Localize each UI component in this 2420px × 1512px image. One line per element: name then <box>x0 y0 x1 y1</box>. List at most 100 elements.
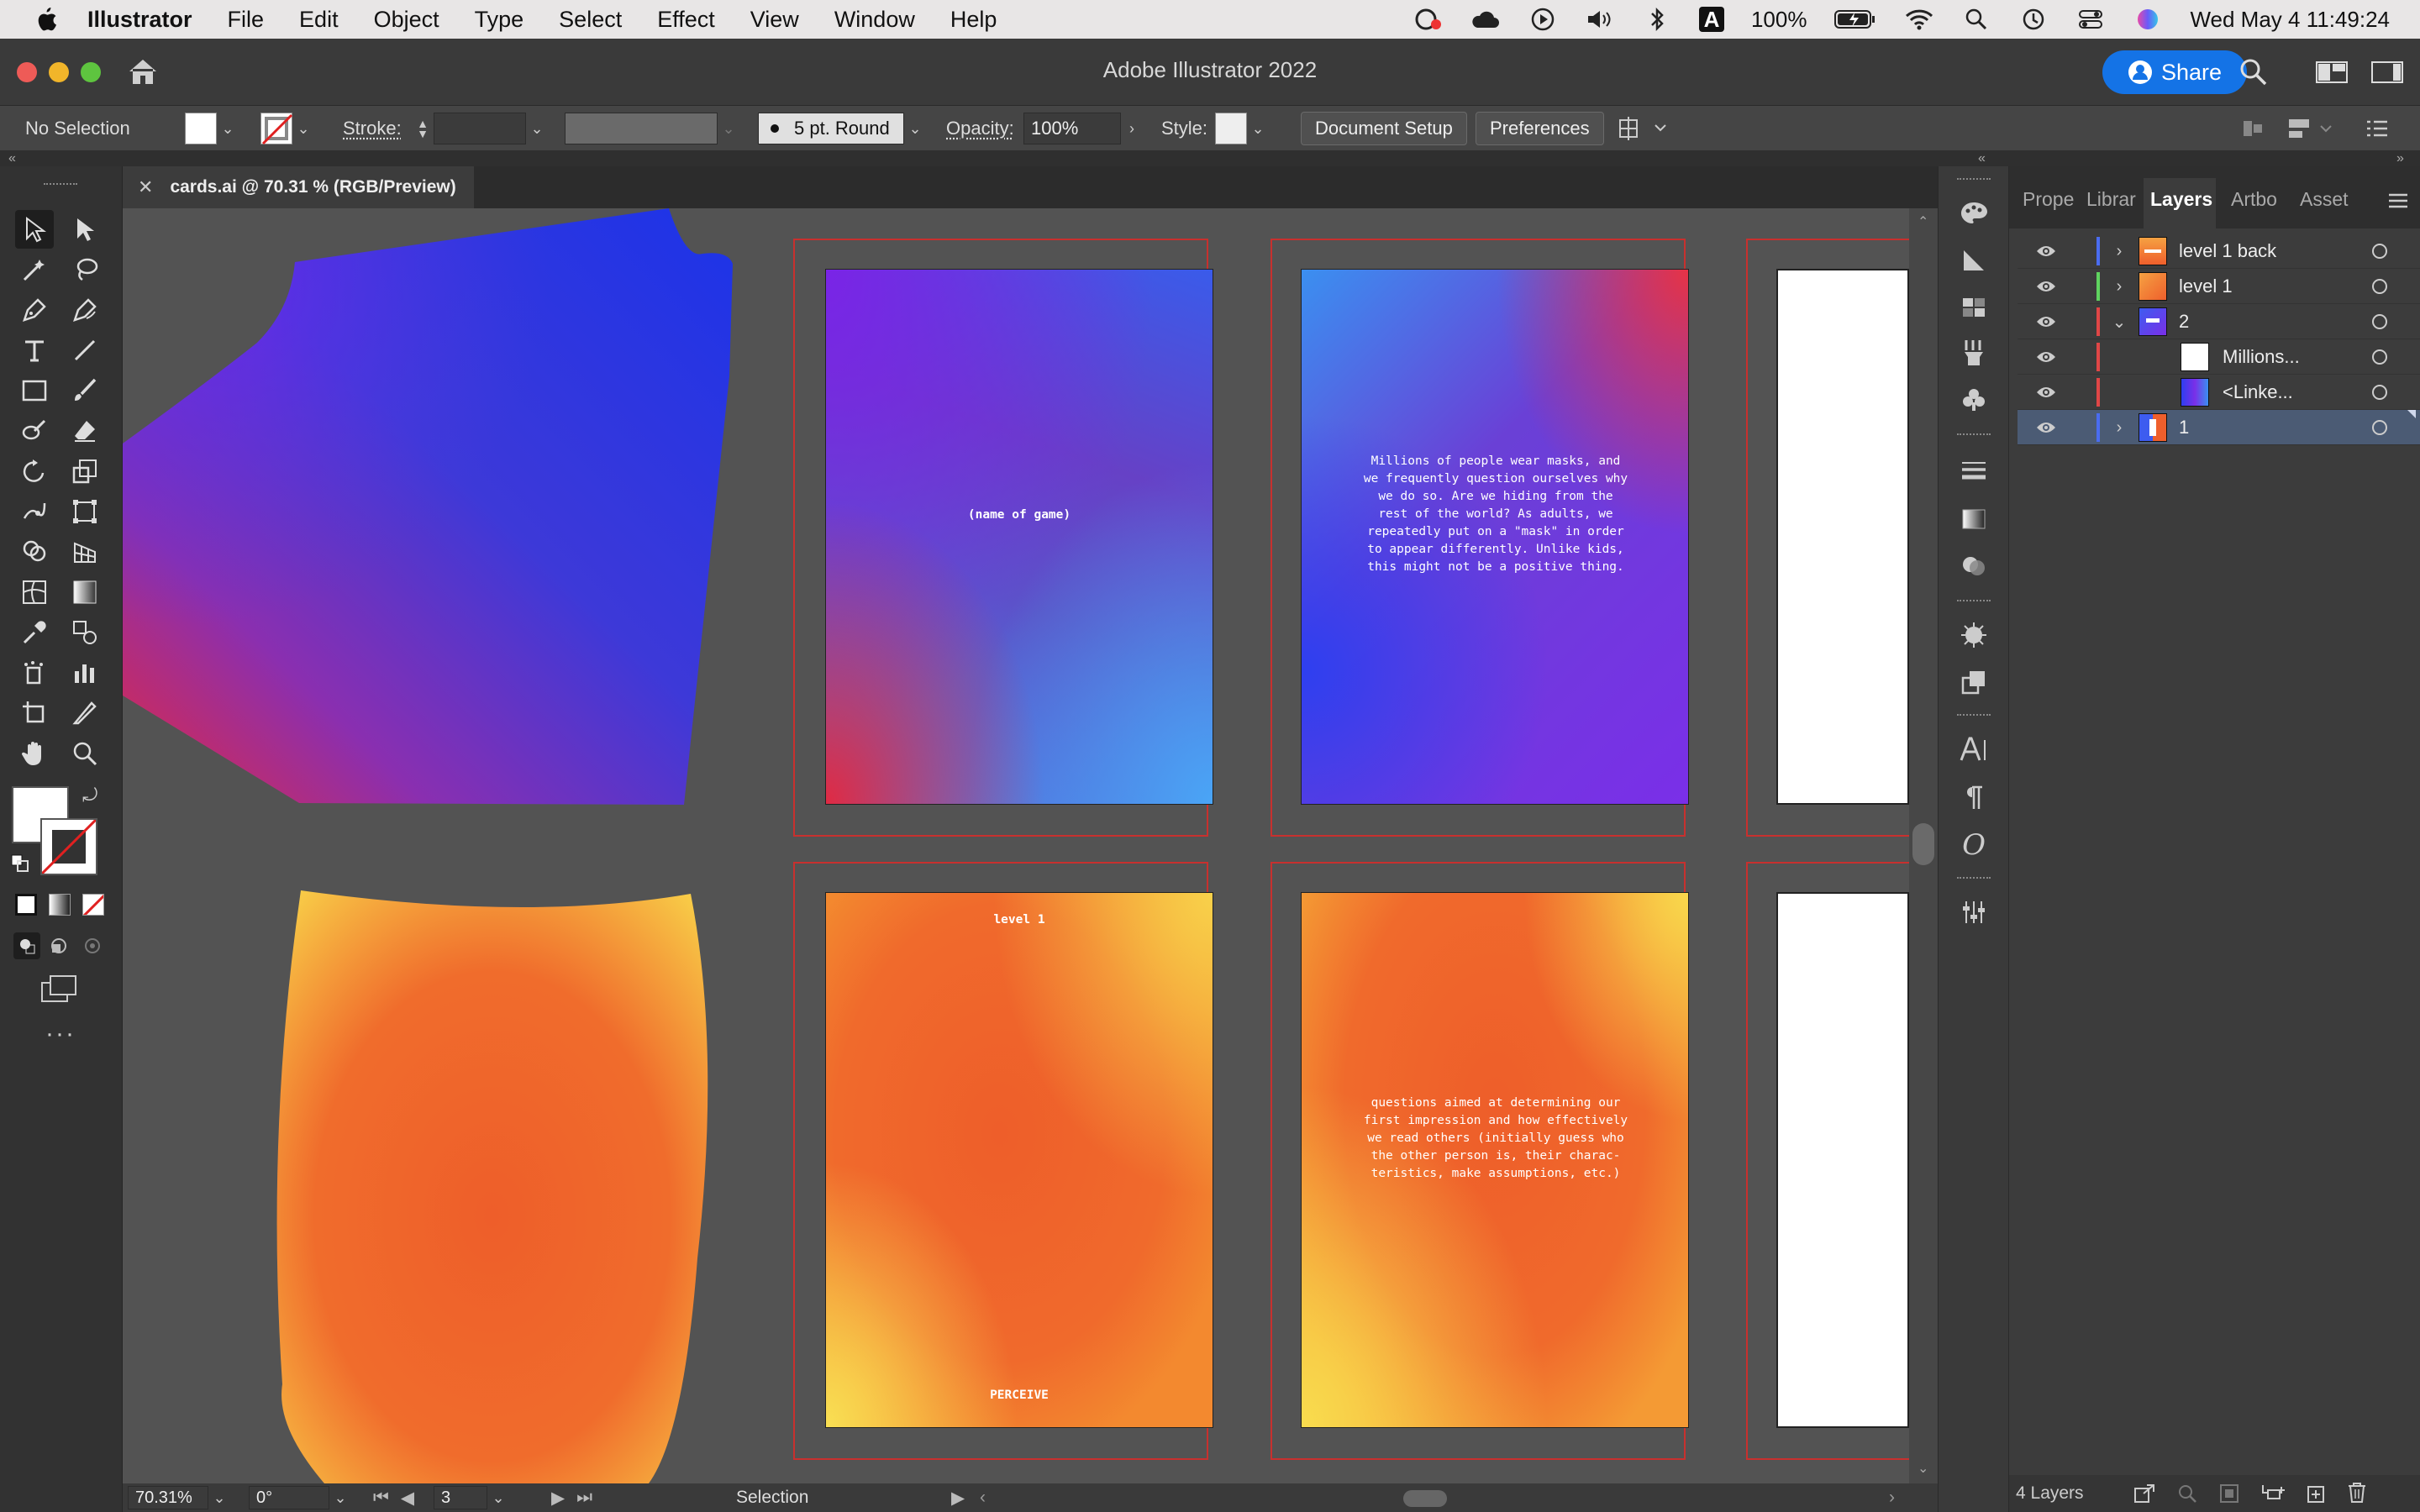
control-bar-menu-icon[interactable] <box>2365 106 2390 151</box>
current-tool-status[interactable]: Selection <box>736 1483 808 1512</box>
toolbar-grip[interactable] <box>44 183 77 188</box>
spotlight-search-icon[interactable] <box>1961 7 1991 32</box>
stroke-weight-control[interactable]: ▲ ▼ ⌄ <box>412 106 548 151</box>
perspective-grid-tool-icon[interactable] <box>66 533 104 571</box>
paintbrush-tool-icon[interactable] <box>66 371 104 410</box>
level-card[interactable]: level 1 PERCEIVE <box>825 892 1213 1428</box>
tab-libraries[interactable]: Librar <box>2086 188 2139 222</box>
artboard-tool-icon[interactable] <box>15 694 54 732</box>
visibility-eye-icon[interactable] <box>2036 279 2056 294</box>
target-circle-icon[interactable] <box>2372 349 2387 365</box>
menu-effect[interactable]: Effect <box>657 7 715 33</box>
collapse-toolbar-icon[interactable]: « <box>8 151 16 166</box>
document-tab[interactable]: ✕ cards.ai @ 70.31 % (RGB/Preview) <box>123 166 474 208</box>
gradient-panel-icon[interactable] <box>1955 501 1992 538</box>
expand-layer-chevron-icon[interactable]: › <box>2108 274 2130 299</box>
hand-tool-icon[interactable] <box>15 734 54 773</box>
column-graph-tool-icon[interactable] <box>66 654 104 692</box>
chevron-down-icon[interactable]: ⌄ <box>526 113 548 144</box>
style-swatch[interactable] <box>1215 113 1247 144</box>
play-icon[interactable] <box>1528 7 1558 32</box>
battery-icon[interactable] <box>1833 7 1877 32</box>
visibility-eye-icon[interactable] <box>2036 349 2056 365</box>
chevron-down-icon[interactable]: ⌄ <box>217 113 239 144</box>
draw-inside-icon[interactable] <box>82 936 103 960</box>
chevron-down-icon[interactable]: ⌄ <box>904 113 926 144</box>
rectangle-tool-icon[interactable] <box>15 371 54 410</box>
search-icon[interactable] <box>2238 57 2269 92</box>
width-profile-field[interactable] <box>565 113 718 144</box>
status-menu-arrow-icon[interactable]: ▶ <box>951 1483 965 1512</box>
panel-grip[interactable] <box>1957 178 1991 180</box>
visibility-eye-icon[interactable] <box>2036 314 2056 329</box>
questions-card[interactable]: questions aimed at determining our first… <box>1301 892 1689 1428</box>
stroke-panel-icon[interactable] <box>1955 452 1992 489</box>
free-transform-tool-icon[interactable] <box>66 492 104 531</box>
target-circle-icon[interactable] <box>2372 420 2387 435</box>
wifi-icon[interactable] <box>1904 7 1934 32</box>
target-circle-icon[interactable] <box>2372 314 2387 329</box>
scroll-down-icon[interactable]: ⌄ <box>1918 1460 1928 1477</box>
tab-artboards[interactable]: Artbo <box>2231 188 2283 222</box>
workspace-switcher-icon[interactable] <box>2316 60 2348 88</box>
layer-row[interactable]: › 1 <box>2018 410 2420 445</box>
scroll-left-icon[interactable]: ‹ <box>980 1483 986 1512</box>
horizontal-scroll-thumb[interactable] <box>1403 1490 1447 1507</box>
locate-object-icon[interactable] <box>2177 1483 2197 1509</box>
layer-name[interactable]: level 1 back <box>2179 240 2276 262</box>
swap-fill-stroke-icon[interactable]: ⤾ <box>82 785 97 806</box>
stroke-color-swatch[interactable] <box>40 818 97 875</box>
document-setup-button[interactable]: Document Setup <box>1301 112 1467 145</box>
delete-layer-icon[interactable] <box>2347 1482 2367 1509</box>
opentype-panel-icon[interactable]: O <box>1955 827 1992 864</box>
color-mode-button[interactable] <box>15 894 37 916</box>
title-card[interactable]: (name of game) <box>825 269 1213 805</box>
color-palette-icon[interactable] <box>1955 195 1992 232</box>
rotation-input[interactable]: 0° <box>249 1486 329 1509</box>
chevron-down-icon[interactable]: ⌄ <box>329 1486 351 1509</box>
panel-layout-icon[interactable] <box>2371 60 2403 88</box>
artboard-number-input[interactable]: 3 <box>434 1486 487 1509</box>
menu-clock[interactable]: Wed May 4 11:49:24 <box>2190 7 2390 33</box>
layer-row[interactable]: ⌄ 2 <box>2018 304 2420 339</box>
chevron-right-icon[interactable]: › <box>1121 113 1143 144</box>
brushes-icon[interactable] <box>1955 334 1992 371</box>
transform-icon[interactable] <box>2286 106 2336 151</box>
visibility-eye-icon[interactable] <box>2036 244 2056 259</box>
character-panel-icon[interactable] <box>1955 731 1992 768</box>
properties-sliders-icon[interactable] <box>1955 894 1992 931</box>
align-icon[interactable] <box>2240 106 2265 151</box>
create-sublayer-icon[interactable] <box>2260 1483 2286 1509</box>
tab-layers[interactable]: Layers <box>2150 188 2216 222</box>
stroke-label[interactable]: Stroke: <box>343 106 402 151</box>
selection-tool-icon[interactable] <box>15 210 54 249</box>
orange-gradient-shape[interactable] <box>276 890 708 1483</box>
lasso-tool-icon[interactable] <box>66 250 104 289</box>
panel-menu-icon[interactable] <box>2387 192 2409 215</box>
opacity-label[interactable]: Opacity: <box>946 106 1014 151</box>
scroll-right-icon[interactable]: › <box>1889 1483 1895 1512</box>
share-button[interactable]: Share <box>2102 50 2247 94</box>
eraser-tool-icon[interactable] <box>66 412 104 450</box>
vertical-scrollbar[interactable]: ⌃ ⌄ <box>1909 208 1938 1483</box>
layer-name[interactable]: <Linke... <box>2223 381 2293 403</box>
expand-layer-chevron-icon[interactable]: › <box>2108 415 2130 440</box>
collapse-icons-icon[interactable]: « <box>1978 151 1986 166</box>
shape-builder-tool-icon[interactable] <box>15 533 54 571</box>
graphic-styles-icon[interactable] <box>1955 664 1992 701</box>
next-artboard-icon[interactable]: ▶ <box>551 1488 565 1509</box>
symbol-sprayer-tool-icon[interactable] <box>15 654 54 692</box>
vertical-scroll-thumb[interactable] <box>1912 823 1934 865</box>
chevron-down-icon[interactable]: ⌄ <box>1247 113 1269 144</box>
stroke-swatch[interactable] <box>260 113 293 145</box>
control-center-icon[interactable] <box>2075 7 2106 32</box>
eyedropper-tool-icon[interactable] <box>15 613 54 652</box>
gradient-mode-button[interactable] <box>49 894 71 916</box>
first-artboard-icon[interactable]: ⏮ <box>373 1488 389 1508</box>
layer-name[interactable]: 1 <box>2179 417 2189 438</box>
create-new-layer-icon[interactable] <box>2307 1483 2327 1509</box>
layer-name[interactable]: Millions... <box>2223 346 2300 368</box>
transparency-icon[interactable] <box>1955 548 1992 585</box>
tab-properties[interactable]: Prope <box>2023 188 2075 222</box>
puppet-warp-tool-icon[interactable] <box>15 492 54 531</box>
